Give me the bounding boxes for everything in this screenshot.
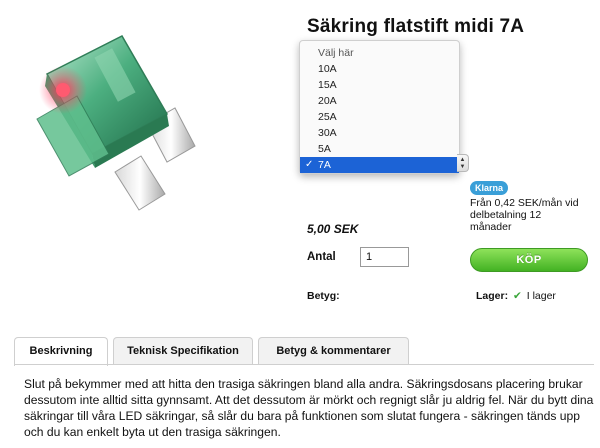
tab-description[interactable]: Beskrivning [14,337,108,366]
fuse-image [36,35,196,211]
klarna-badge: Klarna [470,181,509,195]
product-description: Slut på bekymmer med att hitta den trasi… [24,377,594,439]
variant-option-15a[interactable]: 15A [300,77,459,93]
variant-select-list[interactable]: Välj här 10A 15A 20A 25A 30A 5A ✓ 7A [299,40,460,174]
tab-ratings-comments[interactable]: Betyg & kommentarer [258,337,409,365]
stock-label: Lager: [476,290,509,302]
stock-value: I lager [526,290,556,302]
select-arrows-icon[interactable]: ▲ ▼ [457,154,469,172]
klarna-installment-text: Från 0,42 SEK/mån vid delbetalning 12 må… [470,197,579,233]
product-title: Säkring flatstift midi 7A [307,16,525,37]
tab-divider [14,364,594,365]
variant-option-5a[interactable]: 5A [300,141,459,157]
variant-option-30a[interactable]: 30A [300,125,459,141]
checkmark-icon: ✓ [305,159,314,170]
buy-button[interactable]: KÖP [470,248,588,272]
variant-option-10a[interactable]: 10A [300,61,459,77]
tab-technical-specification[interactable]: Teknisk Specifikation [113,337,253,365]
checkmark-icon: ✔ [513,290,522,302]
variant-option-label: 7A [318,159,331,171]
rating-label: Betyg: [307,290,340,302]
product-image[interactable] [7,4,278,261]
variant-option-placeholder[interactable]: Välj här [300,45,459,61]
variant-option-7a-selected[interactable]: ✓ 7A [300,157,459,173]
quantity-input[interactable] [360,247,409,267]
product-price: 5,00 SEK [307,222,359,236]
variant-option-20a[interactable]: 20A [300,93,459,109]
quantity-label: Antal [307,251,336,263]
stock-status: Lager: ✔ I lager [476,290,556,302]
variant-option-25a[interactable]: 25A [300,109,459,125]
